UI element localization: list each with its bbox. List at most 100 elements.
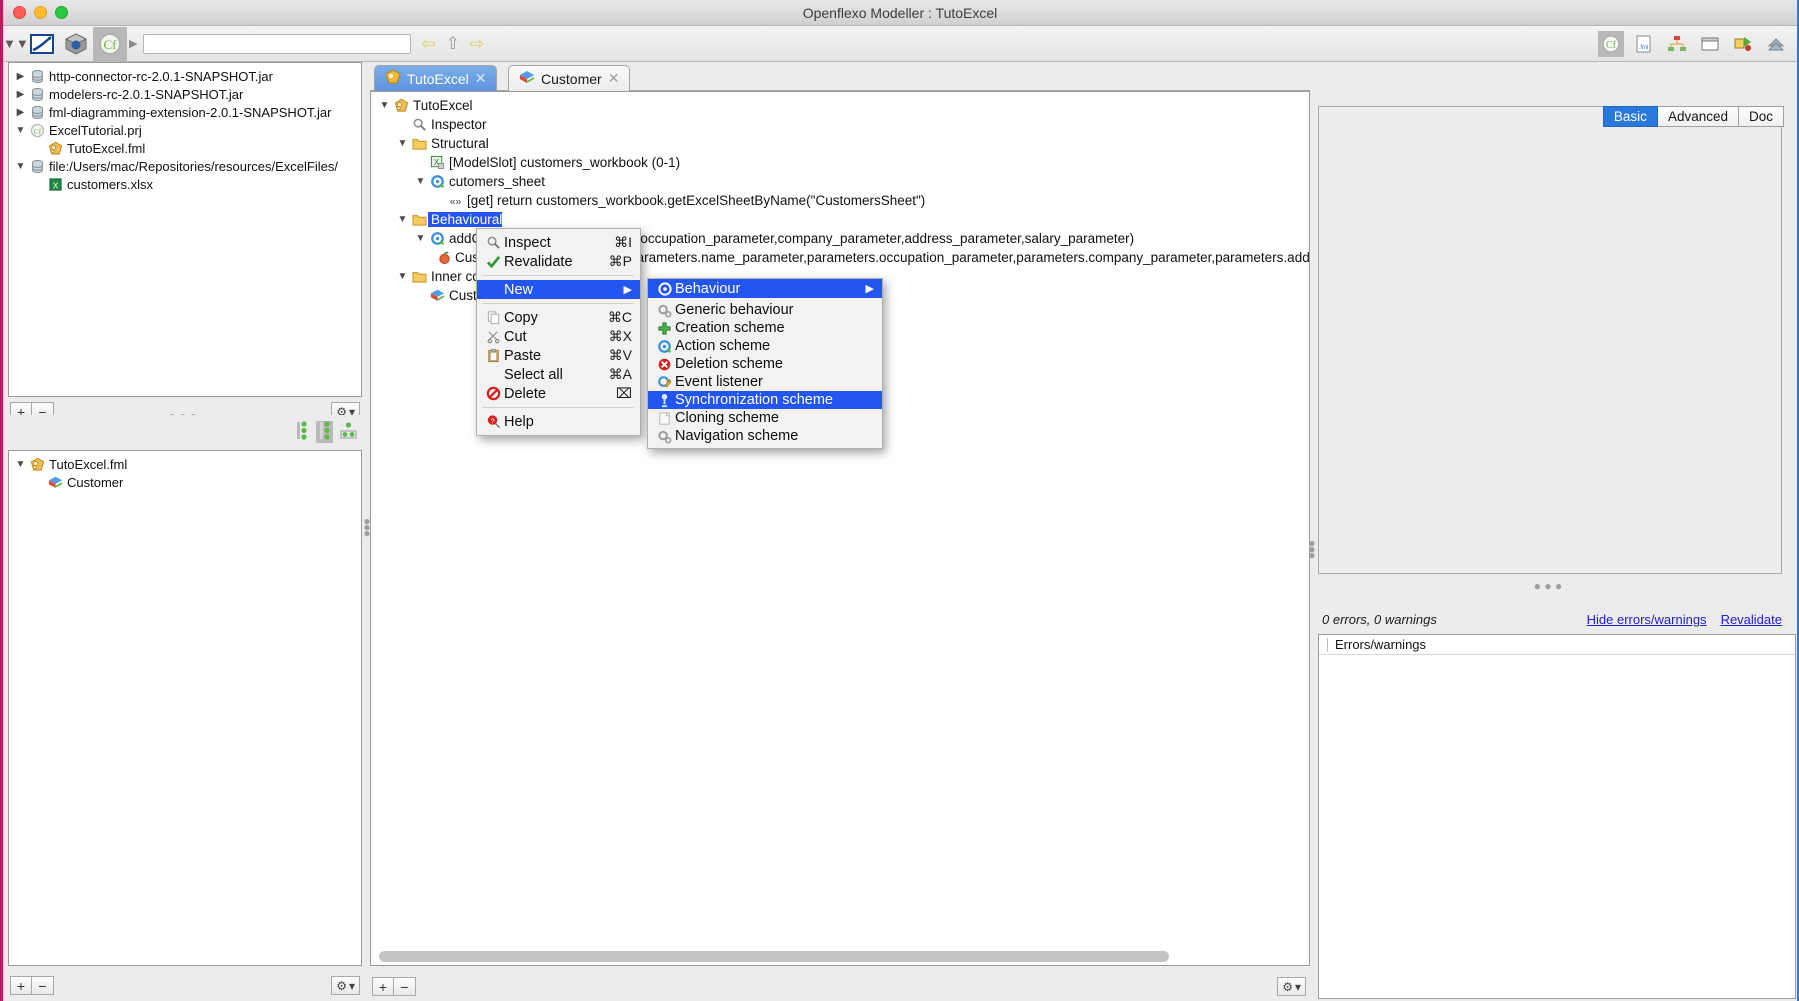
fml-tree-row[interactable]: ●X[ModelSlot] customers_workbook (0-1) xyxy=(371,153,1309,172)
tab-advanced[interactable]: Advanced xyxy=(1657,106,1739,127)
chevron-down-icon[interactable]: ▼ xyxy=(377,100,392,111)
chevron-down-icon[interactable]: ▼ xyxy=(413,233,428,244)
menu-item-inspect[interactable]: Inspect ⌘I xyxy=(477,233,640,252)
horizontal-scrollbar[interactable] xyxy=(373,951,1307,962)
tab-basic[interactable]: Basic xyxy=(1602,106,1658,127)
submenu-item-navigation-scheme[interactable]: Navigation scheme xyxy=(648,427,882,445)
tree-view-icon[interactable] xyxy=(316,421,333,443)
new-behaviour-submenu[interactable]: Behaviour ▶ Generic behaviour Creation sc… xyxy=(647,278,883,449)
project-icon[interactable]: Cf xyxy=(93,26,127,61)
tab-tutoexcel[interactable]: TutoExcel ✕ xyxy=(374,65,498,91)
tree-row[interactable]: ● Xcustomers.xlsx xyxy=(9,175,361,193)
chevron-down-icon[interactable]: ▼ xyxy=(395,138,410,149)
window-icon[interactable] xyxy=(1697,31,1723,57)
chevron-right-icon[interactable]: ▶ xyxy=(13,71,28,82)
menu-item-copy[interactable]: Copy ⌘C xyxy=(477,308,640,327)
address-input[interactable] xyxy=(143,33,412,54)
menu-item-label: Revalidate xyxy=(504,253,573,270)
fml-icon xyxy=(28,457,46,472)
menu-item-delete[interactable]: Delete ⌧ xyxy=(477,384,640,403)
menu-item-new[interactable]: New ▶ xyxy=(477,280,640,299)
remove-element-button[interactable]: − xyxy=(394,977,416,996)
forward-arrow-icon[interactable]: ⇨ xyxy=(470,34,484,54)
submenu-item-generic-behaviour[interactable]: Generic behaviour xyxy=(648,301,882,319)
fml-tree-row-label: [ModelSlot] customers_workbook (0-1) xyxy=(449,155,681,170)
submenu-header-behaviour[interactable]: Behaviour ▶ xyxy=(648,279,882,298)
submenu-item-event-listener[interactable]: Event listener xyxy=(648,373,882,391)
chevron-down-icon[interactable]: ▼ xyxy=(13,459,28,470)
tab-customer[interactable]: Customer ✕ xyxy=(508,65,631,91)
tab-doc[interactable]: Doc xyxy=(1738,106,1784,127)
chevrons-down-icon[interactable]: ▼▼ xyxy=(3,36,29,51)
svg-text:Cf: Cf xyxy=(1606,40,1617,51)
tree-row[interactable]: ● Customer xyxy=(9,473,361,491)
tree-row[interactable]: ▼ file:/Users/mac/Repositories/resources/… xyxy=(9,157,361,175)
menu-item-select-all[interactable]: Select all ⌘A xyxy=(477,365,640,384)
submenu-item-creation-scheme[interactable]: Creation scheme xyxy=(648,319,882,337)
fml-tree-row[interactable]: ▼ Structural xyxy=(371,134,1309,153)
hide-errors-link[interactable]: Hide errors/warnings xyxy=(1587,612,1707,627)
project-icon-right[interactable]: Cf xyxy=(1598,31,1624,57)
tree-row[interactable]: ▼ TutoExcel.fml xyxy=(9,455,361,473)
fml-tree-row[interactable]: ▼ Behavioural xyxy=(371,210,1309,229)
fml-tree-row[interactable]: ▼ TutoExcel xyxy=(371,96,1309,115)
resources-panel: ▶ http-connector-rc-2.0.1-SNAPSHOT.jar ▶ mo… xyxy=(6,62,364,399)
submenu-item-label: Deletion scheme xyxy=(675,356,783,372)
tree-row[interactable]: ▶ http-connector-rc-2.0.1-SNAPSHOT.jar xyxy=(9,67,361,85)
tree-row[interactable]: ▶ modelers-rc-2.0.1-SNAPSHOT.jar xyxy=(9,85,361,103)
close-tab-icon[interactable]: ✕ xyxy=(475,70,487,87)
menu-item-revalidate[interactable]: Revalidate ⌘P xyxy=(477,252,640,271)
editor-settings-button[interactable]: ⚙ ▾ xyxy=(1277,977,1306,996)
gear-icon: ⚙ xyxy=(336,978,347,993)
openflexo-logo-icon[interactable] xyxy=(25,27,59,61)
chevron-down-icon[interactable]: ▼ xyxy=(413,176,428,187)
submenu-item-deletion-scheme[interactable]: Deletion scheme xyxy=(648,355,882,373)
address-expand-icon[interactable]: ▶ xyxy=(129,37,137,50)
errors-list[interactable]: Errors/warnings xyxy=(1318,634,1796,999)
flat-view-icon[interactable] xyxy=(293,421,310,443)
collapse-icon[interactable] xyxy=(1763,31,1789,57)
virtual-model-tree[interactable]: ▼ TutoExcel.fml● Customer xyxy=(8,450,362,966)
menu-item-cut[interactable]: Cut ⌘X xyxy=(477,327,640,346)
tree-row[interactable]: ▶ fml-diagramming-extension-2.0.1-SNAPSHO… xyxy=(9,103,361,121)
submenu-item-action-scheme[interactable]: Action scheme xyxy=(648,337,882,355)
tree-row[interactable]: ● TutoExcel.fml xyxy=(9,139,361,157)
fml-tree-row[interactable]: ▼ cutomers_sheet xyxy=(371,172,1309,191)
resources-tree[interactable]: ▶ http-connector-rc-2.0.1-SNAPSHOT.jar ▶ mo… xyxy=(8,62,362,397)
application-window: Openflexo Modeller : TutoExcel ▼▼ Cf ▶ ⇦… xyxy=(0,0,1799,1001)
fml-tree[interactable]: ▼TutoExcel●Inspector▼Structural●X[ModelS… xyxy=(370,91,1310,966)
fml-tree-row[interactable]: ●«» [get] return customers_workbook.getEx… xyxy=(371,191,1309,210)
cube-icon[interactable] xyxy=(59,27,93,61)
chevron-down-icon[interactable]: ▼ xyxy=(395,214,410,225)
menu-item-label: Select all xyxy=(504,366,563,383)
vm-settings-button[interactable]: ⚙ ▾ xyxy=(331,976,360,995)
graph-view-icon[interactable] xyxy=(339,421,358,443)
svg-text:?: ? xyxy=(490,416,494,425)
chevron-right-icon[interactable]: ▶ xyxy=(13,89,28,100)
remove-vm-button[interactable]: − xyxy=(32,976,54,995)
chevron-down-icon[interactable]: ▼ xyxy=(13,161,28,172)
chevron-down-icon[interactable]: ▼ xyxy=(13,125,28,136)
context-menu[interactable]: Inspect ⌘I Revalidate ⌘P New ▶ Copy ⌘C Cut ⌘X Past… xyxy=(476,228,641,436)
fml-file-icon[interactable]: .fml xyxy=(1631,31,1657,57)
chevron-right-icon[interactable]: ▶ xyxy=(13,107,28,118)
fml-tree-row[interactable]: ● Inspector xyxy=(371,115,1309,134)
submenu-item-synchronization-scheme[interactable]: Synchronization scheme xyxy=(648,391,882,409)
menu-item-accelerator: ⌘C xyxy=(607,309,632,325)
menu-item-paste[interactable]: Paste ⌘V xyxy=(477,346,640,365)
submenu-item-cloning-scheme[interactable]: Cloning scheme xyxy=(648,409,882,427)
diagram-icon[interactable] xyxy=(1730,31,1756,57)
add-element-button[interactable]: + xyxy=(372,977,394,996)
right-splitter-handle[interactable]: ● ● ● xyxy=(1518,580,1578,592)
back-arrow-icon[interactable]: ⇦ xyxy=(421,34,435,54)
up-arrow-icon[interactable]: ⇧ xyxy=(446,34,460,54)
revalidate-link[interactable]: Revalidate xyxy=(1721,612,1782,627)
scrollbar-thumb[interactable] xyxy=(379,951,1169,962)
tree-row[interactable]: ▼ Cf ExcelTutorial.prj xyxy=(9,121,361,139)
menu-item-help[interactable]: ? Help xyxy=(477,412,640,431)
synchronization-icon xyxy=(654,393,675,408)
hierarchy-icon[interactable] xyxy=(1664,31,1690,57)
chevron-down-icon[interactable]: ▼ xyxy=(395,271,410,282)
close-tab-icon[interactable]: ✕ xyxy=(608,70,620,87)
add-vm-button[interactable]: + xyxy=(10,976,32,995)
